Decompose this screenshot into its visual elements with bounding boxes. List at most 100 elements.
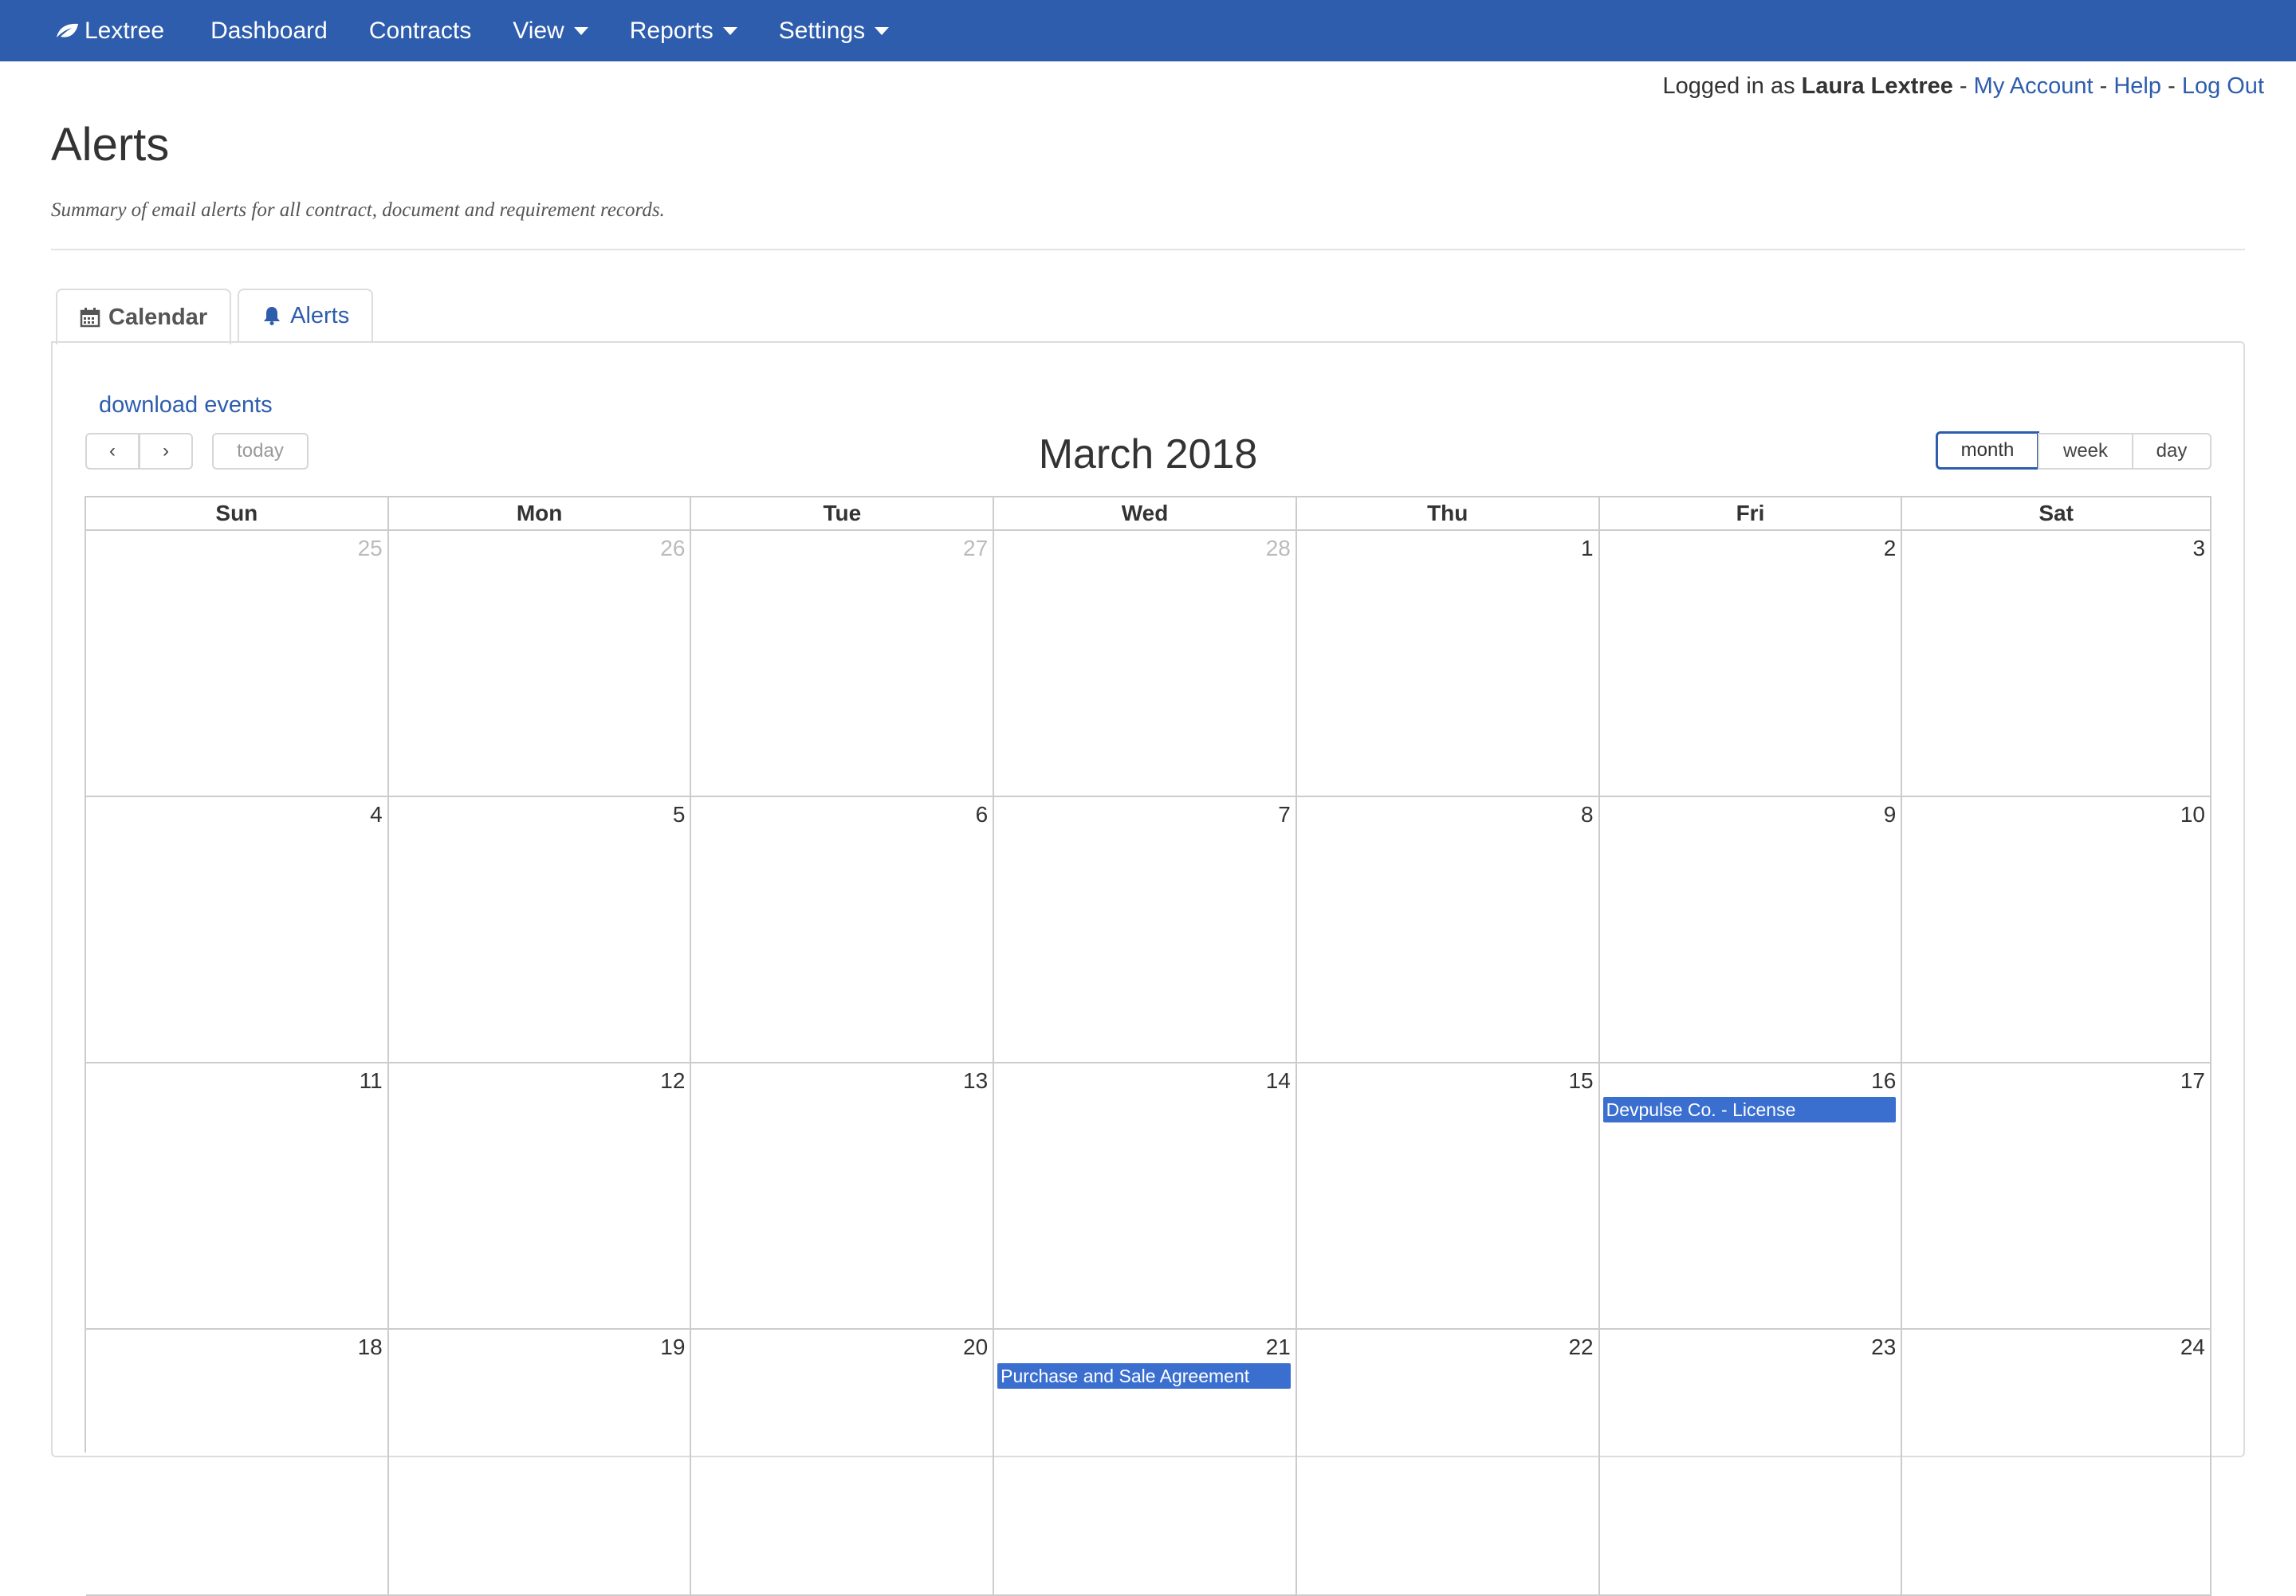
logged-in-user: Laura Lextree — [1801, 73, 1953, 99]
calendar-day-cell[interactable]: 7 — [994, 797, 1297, 1063]
calendar-day-cell[interactable]: 10 — [1902, 797, 2212, 1063]
separator: - — [1959, 73, 1968, 99]
day-number: 20 — [963, 1335, 989, 1359]
calendar-week-row: 18 19 20 21 Purchase and Sale Agreement 22 23 2… — [86, 1330, 2212, 1596]
day-number: 16 — [1871, 1068, 1897, 1093]
calendar-day-cell[interactable]: 28 — [994, 531, 1297, 797]
separator: - — [2168, 73, 2176, 99]
day-number: 8 — [1581, 802, 1594, 827]
user-bar: Logged in as Laura Lextree - My Account … — [1663, 73, 2265, 100]
day-number: 17 — [2180, 1068, 2206, 1093]
nav-view-label: View — [513, 17, 564, 44]
page-title: Alerts — [51, 119, 170, 171]
month-view-button[interactable]: month — [1936, 431, 2039, 470]
day-number: 3 — [2192, 536, 2206, 560]
weekday-header: Thu — [1296, 497, 1600, 531]
help-link[interactable]: Help — [2113, 73, 2161, 99]
calendar-day-cell[interactable]: 2 — [1599, 531, 1903, 797]
calendar-week-row: 4 5 6 7 8 9 10 — [86, 797, 2212, 1063]
calendar-week-row: 11 12 13 14 15 16 Devpulse Co. - License 17 — [86, 1063, 2212, 1330]
nav-contracts[interactable]: Contracts — [369, 18, 471, 45]
calendar-day-cell[interactable]: 3 — [1902, 531, 2212, 797]
weekday-header: Mon — [388, 497, 692, 531]
day-number: 1 — [1581, 536, 1594, 560]
calendar-day-cell[interactable]: 4 — [86, 797, 389, 1063]
day-view-button[interactable]: day — [2132, 433, 2211, 470]
day-number: 5 — [672, 802, 686, 827]
weekday-header: Wed — [994, 497, 1297, 531]
calendar-day-cell[interactable]: 25 — [86, 531, 389, 797]
weekday-header: Tue — [691, 497, 995, 531]
my-account-link[interactable]: My Account — [1974, 73, 2094, 99]
brand-label: Lextree — [85, 17, 165, 44]
nav-dashboard[interactable]: Dashboard — [210, 18, 328, 45]
weekday-header: Sun — [86, 497, 389, 531]
calendar-day-cell[interactable]: 24 — [1902, 1330, 2212, 1596]
logout-link[interactable]: Log Out — [2182, 73, 2264, 99]
calendar-day-cell[interactable]: 20 — [691, 1330, 995, 1596]
nav-reports-dropdown[interactable]: Reports — [630, 18, 737, 45]
calendar-day-cell[interactable]: 15 — [1296, 1063, 1600, 1330]
calendar-day-cell[interactable]: 19 — [388, 1330, 692, 1596]
calendar-day-cell[interactable]: 5 — [388, 797, 692, 1063]
top-navbar: Lextree Dashboard Contracts View Reports… — [0, 0, 2296, 61]
calendar-day-cell[interactable]: 23 — [1599, 1330, 1903, 1596]
day-number: 15 — [1568, 1068, 1594, 1093]
calendar-day-cell[interactable]: 18 — [86, 1330, 389, 1596]
day-number: 12 — [660, 1068, 686, 1093]
nav-contracts-label: Contracts — [368, 17, 472, 44]
calendar-day-cell[interactable]: 27 — [691, 531, 995, 797]
calendar-event[interactable]: Devpulse Co. - License — [1602, 1097, 1897, 1122]
tab-bar: Calendar Alerts — [56, 289, 379, 344]
weekday-header: Fri — [1599, 497, 1903, 531]
calendar-day-cell[interactable]: 8 — [1296, 797, 1600, 1063]
prev-month-button[interactable]: ‹ — [85, 433, 140, 470]
weekday-header-row: Sun Mon Tue Wed Thu Fri Sat — [86, 497, 2212, 531]
calendar-day-cell[interactable]: 22 — [1296, 1330, 1600, 1596]
week-view-button[interactable]: week — [2038, 433, 2133, 470]
weekday-header: Sat — [1902, 497, 2212, 531]
day-number: 11 — [359, 1068, 383, 1093]
day-number: 21 — [1265, 1335, 1291, 1359]
day-number: 14 — [1265, 1068, 1291, 1093]
day-number: 24 — [2180, 1335, 2206, 1359]
day-number: 23 — [1871, 1335, 1897, 1359]
nav-dashboard-label: Dashboard — [210, 17, 328, 44]
tab-calendar-label: Calendar — [108, 304, 208, 330]
logged-in-prefix: Logged in as — [1662, 73, 1795, 99]
separator: - — [2099, 73, 2108, 99]
day-number: 22 — [1568, 1335, 1594, 1359]
day-number: 13 — [963, 1068, 989, 1093]
header-divider — [51, 249, 2245, 250]
weeks-container: 25 26 27 28 1 2 3 4 5 6 7 8 9 10 11 12 13 14 15 16 Devpulse … — [86, 531, 2212, 1596]
next-month-button[interactable]: › — [139, 433, 193, 470]
calendar-day-cell[interactable]: 13 — [691, 1063, 995, 1330]
day-number: 25 — [357, 536, 383, 560]
calendar-day-cell[interactable]: 26 — [388, 531, 692, 797]
today-button[interactable]: today — [212, 433, 309, 470]
calendar-day-cell[interactable]: 6 — [691, 797, 995, 1063]
calendar-title: March 2018 — [1038, 431, 1258, 478]
caret-down-icon — [722, 26, 737, 35]
calendar-day-cell[interactable]: 11 — [86, 1063, 389, 1330]
calendar-day-cell[interactable]: 14 — [994, 1063, 1297, 1330]
calendar-day-cell[interactable]: 12 — [388, 1063, 692, 1330]
day-number: 18 — [357, 1335, 383, 1359]
tab-alerts[interactable]: Alerts — [238, 289, 374, 341]
calendar-day-cell[interactable]: 1 — [1296, 531, 1600, 797]
calendar-day-cell[interactable]: 21 Purchase and Sale Agreement — [994, 1330, 1297, 1596]
day-number: 7 — [1278, 802, 1291, 827]
day-number: 4 — [370, 802, 383, 827]
brand-link[interactable]: Lextree — [54, 18, 164, 45]
tab-alerts-label: Alerts — [290, 302, 350, 328]
nav-view-dropdown[interactable]: View — [513, 18, 588, 45]
calendar-day-cell[interactable]: 9 — [1599, 797, 1903, 1063]
download-events-link[interactable]: download events — [99, 392, 273, 419]
calendar-day-cell[interactable]: 17 — [1902, 1063, 2212, 1330]
day-number: 26 — [660, 536, 686, 560]
tab-calendar[interactable]: Calendar — [56, 289, 232, 344]
calendar-event[interactable]: Purchase and Sale Agreement — [997, 1363, 1291, 1389]
calendar-day-cell[interactable]: 16 Devpulse Co. - License — [1599, 1063, 1903, 1330]
nav-settings-dropdown[interactable]: Settings — [779, 18, 890, 45]
page-subtitle: Summary of email alerts for all contract… — [51, 199, 665, 221]
